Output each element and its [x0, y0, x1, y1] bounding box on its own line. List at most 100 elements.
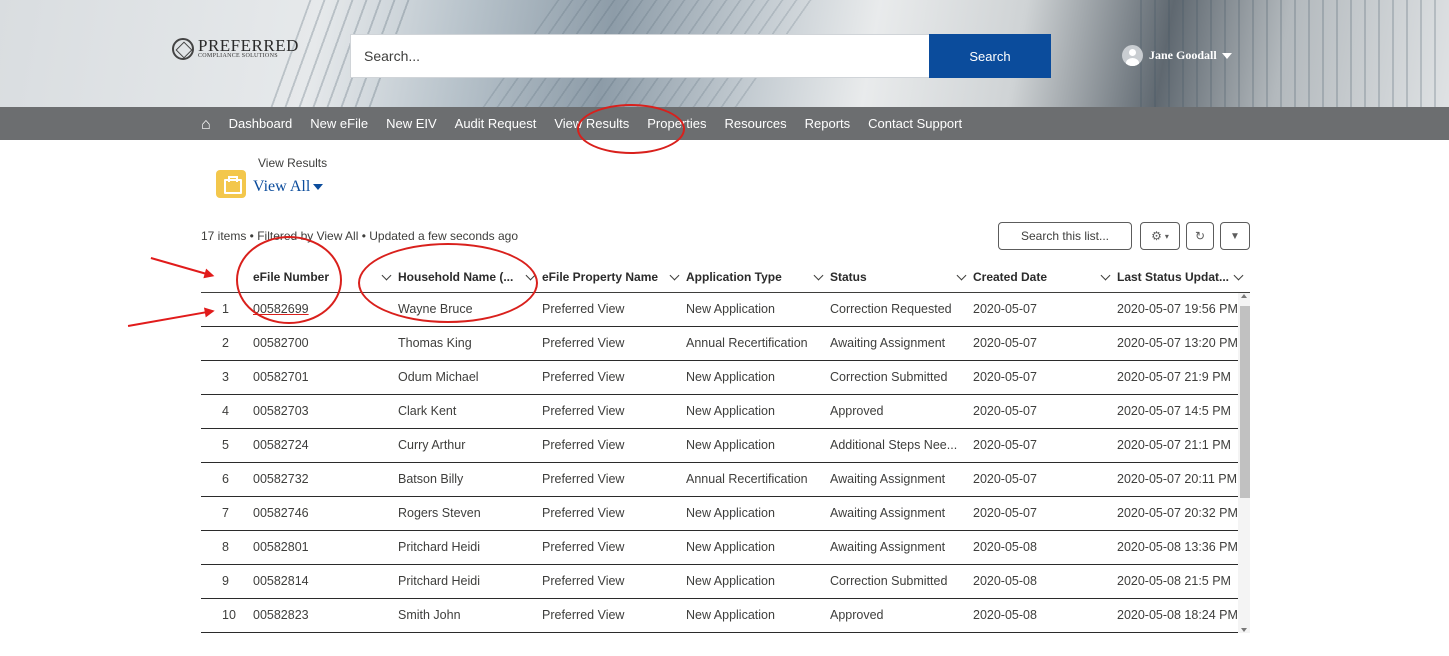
column-header-created-date[interactable]: Created Date — [973, 263, 1117, 293]
annotation-circle-view-results — [577, 104, 685, 154]
last-status-update: 2020-05-07 13:20 PM — [1117, 326, 1250, 361]
nav-item-contact-support[interactable]: Contact Support — [868, 116, 962, 131]
table-row[interactable]: 8 00582801 Pritchard Heidi Preferred View Ne… — [201, 530, 1250, 565]
application-type: Annual Recertification — [686, 462, 830, 497]
last-status-update: 2020-05-07 21:1 PM — [1117, 428, 1250, 463]
household-name: Batson Billy — [398, 462, 542, 497]
nav-item-new-efile[interactable]: New eFile — [310, 116, 368, 131]
household-name: Pritchard Heidi — [398, 530, 542, 565]
user-avatar-icon — [1122, 45, 1143, 66]
created-date: 2020-05-08 — [973, 598, 1117, 633]
refresh-icon: ↻ — [1194, 229, 1206, 243]
table-row[interactable]: 6 00582732 Batson Billy Preferred View Annua… — [201, 462, 1250, 497]
column-header-status[interactable]: Status — [830, 263, 973, 293]
household-name: Curry Arthur — [398, 428, 542, 463]
column-label: eFile Property Name — [542, 270, 659, 285]
application-type: New Application — [686, 360, 830, 395]
property-name: Preferred View — [542, 598, 686, 633]
row-number: 4 — [201, 394, 253, 429]
gear-icon: ⚙ — [1151, 229, 1162, 243]
efile-number-link[interactable]: 00582701 — [253, 360, 398, 395]
row-number: 3 — [201, 360, 253, 395]
list-search-placeholder: Search this list... — [1020, 229, 1110, 243]
site-logo[interactable]: PREFERRED COMPLIANCE SOLUTIONS — [172, 36, 299, 60]
scrollbar-thumb[interactable] — [1240, 306, 1250, 498]
table-row[interactable]: 1 00582699 Wayne Bruce Preferred View New Ap… — [201, 292, 1250, 327]
household-name: Odum Michael — [398, 360, 542, 395]
created-date: 2020-05-07 — [973, 326, 1117, 361]
global-search-input[interactable]: Search... — [350, 34, 930, 78]
column-header-efile-property-name[interactable]: eFile Property Name — [542, 263, 686, 293]
created-date: 2020-05-07 — [973, 292, 1117, 327]
caret-down-icon — [1221, 52, 1232, 59]
row-number: 8 — [201, 530, 253, 565]
chevron-down-icon[interactable] — [1233, 270, 1244, 281]
caret-down-icon — [313, 184, 324, 190]
user-name: Jane Goodall — [1149, 48, 1217, 62]
property-name: Preferred View — [542, 564, 686, 599]
nav-item-new-eiv[interactable]: New EIV — [386, 116, 437, 131]
scroll-down-arrow-icon[interactable] — [1241, 628, 1247, 632]
briefcase-icon — [216, 170, 246, 198]
efile-number-link[interactable]: 00582814 — [253, 564, 398, 599]
status: Correction Requested — [830, 292, 973, 327]
status: Approved — [830, 598, 973, 633]
home-icon[interactable]: ⌂ — [201, 116, 211, 134]
column-header-application-type[interactable]: Application Type — [686, 263, 830, 293]
global-search-button[interactable]: Search — [929, 34, 1051, 78]
efile-number-link[interactable]: 00582801 — [253, 530, 398, 565]
efile-number-link[interactable]: 00582732 — [253, 462, 398, 497]
table-row[interactable]: 5 00582724 Curry Arthur Preferred View New A… — [201, 428, 1250, 463]
list-view-name: View All — [253, 178, 311, 195]
nav-item-resources[interactable]: Resources — [724, 116, 786, 131]
last-status-update: 2020-05-08 21:5 PM — [1117, 564, 1250, 599]
list-settings-button[interactable]: ⚙ ▾ — [1140, 222, 1180, 250]
status: Approved — [830, 394, 973, 429]
table-row[interactable]: 3 00582701 Odum Michael Preferred View New A… — [201, 360, 1250, 395]
created-date: 2020-05-07 — [973, 496, 1117, 531]
global-search-placeholder: Search... — [364, 48, 421, 64]
object-label: View Results — [258, 156, 328, 170]
results-table: eFile Number Household Name (... eFile P… — [201, 263, 1250, 633]
table-row[interactable]: 4 00582703 Clark Kent Preferred View New App… — [201, 394, 1250, 429]
household-name: Clark Kent — [398, 394, 542, 429]
table-row[interactable]: 2 00582700 Thomas King Preferred View Annual… — [201, 326, 1250, 361]
chevron-down-icon[interactable] — [669, 270, 680, 281]
nav-item-dashboard[interactable]: Dashboard — [229, 116, 293, 131]
list-search-input[interactable]: Search this list... — [998, 222, 1132, 250]
efile-number-link[interactable]: 00582746 — [253, 496, 398, 531]
list-view-selector[interactable]: View All — [253, 178, 324, 196]
efile-number-link[interactable]: 00582700 — [253, 326, 398, 361]
efile-number-link[interactable]: 00582823 — [253, 598, 398, 633]
application-type: New Application — [686, 598, 830, 633]
user-menu[interactable]: Jane Goodall — [1122, 45, 1232, 66]
filter-button[interactable]: ▼ — [1220, 222, 1250, 250]
chevron-down-icon[interactable] — [1100, 270, 1111, 281]
column-header-last-status-update[interactable]: Last Status Updat... — [1117, 263, 1250, 293]
chevron-down-icon[interactable] — [956, 270, 967, 281]
status: Additional Steps Nee... — [830, 428, 973, 463]
last-status-update: 2020-05-08 18:24 PM — [1117, 598, 1250, 633]
column-label: Last Status Updat... — [1117, 270, 1230, 285]
efile-number-link[interactable]: 00582724 — [253, 428, 398, 463]
logo-text: PREFERRED — [198, 36, 299, 55]
table-row[interactable]: 7 00582746 Rogers Steven Preferred View New … — [201, 496, 1250, 531]
refresh-button[interactable]: ↻ — [1186, 222, 1214, 250]
last-status-update: 2020-05-07 20:11 PM — [1117, 462, 1250, 497]
compass-logo-icon — [172, 38, 194, 60]
efile-number-link[interactable]: 00582703 — [253, 394, 398, 429]
last-status-update: 2020-05-08 13:36 PM — [1117, 530, 1250, 565]
scroll-up-arrow-icon[interactable] — [1241, 294, 1247, 298]
row-number: 6 — [201, 462, 253, 497]
nav-item-audit-request[interactable]: Audit Request — [455, 116, 537, 131]
row-number: 5 — [201, 428, 253, 463]
property-name: Preferred View — [542, 292, 686, 327]
status: Awaiting Assignment — [830, 462, 973, 497]
table-row[interactable]: 10 00582823 Smith John Preferred View New Ap… — [201, 598, 1250, 633]
property-name: Preferred View — [542, 360, 686, 395]
chevron-down-icon[interactable] — [813, 270, 824, 281]
table-row[interactable]: 9 00582814 Pritchard Heidi Preferred View Ne… — [201, 564, 1250, 599]
nav-item-reports[interactable]: Reports — [805, 116, 851, 131]
annotation-circle-efile-number — [236, 236, 342, 324]
row-number: 10 — [201, 598, 253, 633]
